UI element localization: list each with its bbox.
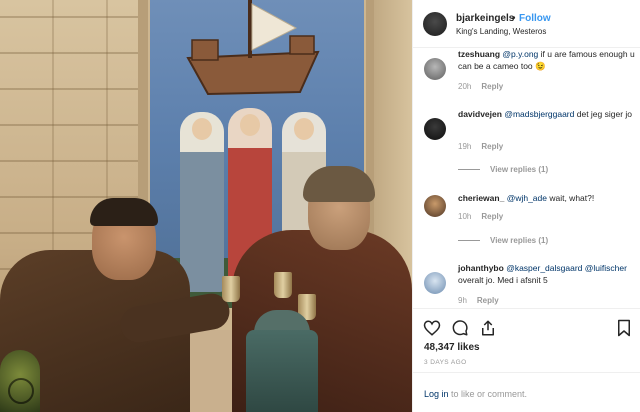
comment-time[interactable]: 19h [458,142,471,151]
bookmark-icon[interactable] [615,319,633,337]
post-username[interactable]: bjarkeingels [456,13,514,24]
comment-meta: 10h Reply [458,212,503,221]
view-replies-button[interactable]: View replies (1) [458,165,548,174]
comment-time[interactable]: 20h [458,82,471,91]
comment-username[interactable]: tzeshuang [458,49,500,59]
goblet [274,272,292,298]
login-prompt: Log in to like or comment. [424,389,527,399]
reply-button[interactable]: Reply [481,212,503,221]
comment-time[interactable]: 9h [458,296,467,305]
separator-dot: • [512,13,516,24]
person-right-hair [303,166,375,202]
like-count[interactable]: 48,347 likes [424,342,480,353]
login-link[interactable]: Log in [424,389,449,399]
comment-meta: 19h Reply [458,142,503,151]
comment-icon[interactable] [451,319,469,337]
heart-icon[interactable] [423,319,441,337]
comment-mention[interactable]: @madsbjerggaard [504,109,574,119]
follow-button[interactable]: Follow [519,13,551,24]
comment-body: det jeg siger jo [574,109,633,119]
view-replies-label: View replies (1) [490,236,549,245]
reply-button[interactable]: Reply [481,82,503,91]
view-replies-button[interactable]: View replies (1) [458,236,548,245]
post-side-panel: bjarkeingels • Follow King's Landing, We… [412,0,640,412]
login-rest: to like or comment. [448,389,528,399]
lantern [246,330,318,412]
comment-body: overalt jo. Med i afsnit 5 [458,275,548,285]
reply-button[interactable]: Reply [477,296,499,305]
comment-text: johanthybo @kasper_dalsgaard @luifischer… [458,262,636,286]
person-left-hair [90,198,158,226]
comment-mention[interactable]: @wjh_ade [507,193,547,203]
divider-line [458,169,480,171]
comment-body: wait, what?! [546,193,595,203]
reply-button[interactable]: Reply [481,142,503,151]
post-photo[interactable] [0,0,412,412]
avatar[interactable] [424,58,446,80]
ship-painting [186,0,320,96]
watermark-icon [8,378,34,404]
post-date[interactable]: 3 DAYS AGO [424,359,467,366]
comment-username[interactable]: johanthybo [458,263,504,273]
share-icon[interactable] [479,319,497,337]
view-replies-label: View replies (1) [490,165,549,174]
comment-text: tzeshuang @p.y.ong if u are famous enoug… [458,48,636,72]
comment-username[interactable]: davidvejen [458,109,502,119]
login-bar: Log in to like or comment. [413,372,640,412]
avatar[interactable] [424,118,446,140]
goblet [222,276,240,302]
divider-line [458,240,480,242]
comment-username[interactable]: cheriewan_ [458,193,504,203]
comment-meta: 20h Reply [458,82,503,91]
post-location[interactable]: King's Landing, Westeros [456,27,546,36]
avatar[interactable] [424,195,446,217]
avatar[interactable] [423,12,447,36]
comment-time[interactable]: 10h [458,212,471,221]
comment-text: cheriewan_ @wjh_ade wait, what?! [458,192,636,204]
post-header: bjarkeingels • Follow King's Landing, We… [413,0,640,48]
comment-meta: 9h Reply [458,296,499,305]
painted-figure [180,112,224,292]
comment-mention[interactable]: @kasper_dalsgaard [506,263,582,273]
comment-mention[interactable]: @p.y.ong [502,49,538,59]
comment-mention[interactable]: @luifischer [585,263,627,273]
comment-text: davidvejen @madsbjerggaard det jeg siger… [458,108,636,120]
avatar[interactable] [424,272,446,294]
